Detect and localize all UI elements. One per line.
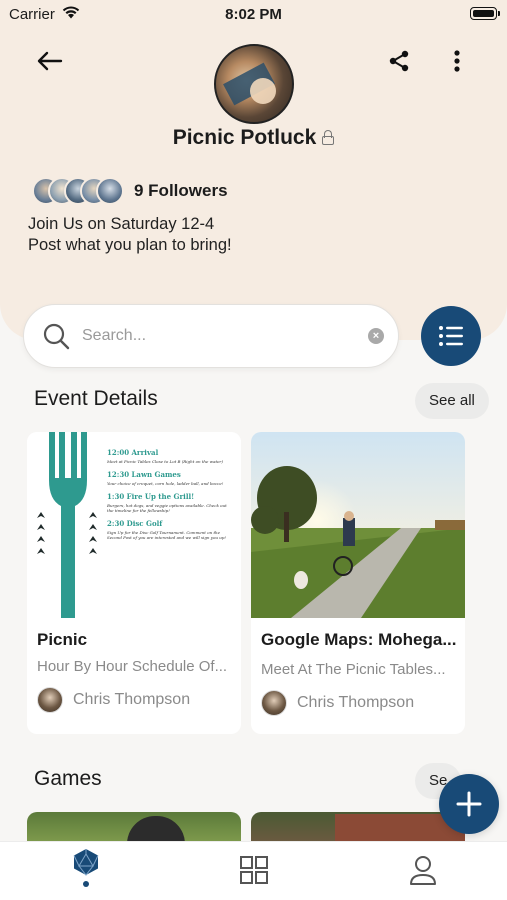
schedule-time: 1:30 Fire Up the Grill! xyxy=(107,492,195,501)
tab-bar xyxy=(0,841,507,900)
schedule-note: Burgers, hot dogs, and veggie options av… xyxy=(107,503,227,513)
group-description: Join Us on Saturday 12-4 Post what you p… xyxy=(28,214,232,256)
group-title: Picnic Potluck xyxy=(172,126,317,149)
tab-grid[interactable] xyxy=(234,848,274,892)
card-title: Google Maps: Mohega... xyxy=(261,630,457,649)
schedule-note: Meet at Picnic Tables Close to Lot B (Ri… xyxy=(107,459,223,464)
author-avatar xyxy=(261,690,287,716)
fork-icon xyxy=(37,432,97,618)
followers-count: 9 Followers xyxy=(134,181,228,200)
card-subtitle: Meet At The Picnic Tables... xyxy=(261,661,446,678)
active-tab-indicator xyxy=(83,881,89,887)
card-author: Chris Thompson xyxy=(261,689,414,717)
tab-profile[interactable] xyxy=(403,848,443,892)
schedule-time: 2:30 Disc Golf xyxy=(107,519,163,528)
search-icon xyxy=(43,323,70,350)
author-avatar xyxy=(37,687,63,713)
schedule-note: Sign Up for the Disc Golf Tournament. Co… xyxy=(107,530,227,540)
arrow-left-icon xyxy=(37,51,63,71)
more-vertical-icon xyxy=(454,50,460,72)
followers-row[interactable]: 9 Followers xyxy=(32,176,228,206)
add-post-button[interactable] xyxy=(439,774,499,834)
games-card-preview[interactable] xyxy=(251,812,465,842)
status-bar: Carrier 8:02 PM xyxy=(0,0,507,30)
tab-home[interactable] xyxy=(66,848,106,892)
clear-icon[interactable]: × xyxy=(368,328,384,344)
card-image-schedule: 12:00 Arrival Meet at Picnic Tables Clos… xyxy=(27,432,241,618)
card-author: Chris Thompson xyxy=(37,686,190,714)
group-title-row: Picnic Potluck xyxy=(0,126,507,150)
description-line: Join Us on Saturday 12-4 xyxy=(28,215,215,233)
plus-icon xyxy=(456,791,482,817)
share-button[interactable] xyxy=(384,46,414,76)
battery-icon xyxy=(470,7,500,20)
see-all-event-details-button[interactable]: See all xyxy=(415,383,489,419)
schedule-note: Your choice of croquet, corn hole, ladde… xyxy=(107,481,224,486)
event-card-map[interactable]: Google Maps: Mohega... Meet At The Picni… xyxy=(251,432,465,734)
search-input[interactable] xyxy=(82,327,368,345)
follower-avatar xyxy=(96,177,124,205)
group-avatar xyxy=(214,44,294,124)
park-photo xyxy=(251,432,465,618)
more-options-button[interactable] xyxy=(445,46,469,76)
search-bar[interactable]: × xyxy=(23,304,399,368)
card-subtitle: Hour By Hour Schedule Of... xyxy=(37,658,228,675)
author-name: Chris Thompson xyxy=(297,694,415,711)
event-card-picnic[interactable]: 12:00 Arrival Meet at Picnic Tables Clos… xyxy=(27,432,241,734)
share-icon xyxy=(389,50,409,72)
games-card-preview[interactable] xyxy=(27,812,241,842)
description-line: Post what you plan to bring! xyxy=(28,236,232,254)
back-button[interactable] xyxy=(32,46,68,76)
list-view-button[interactable] xyxy=(421,306,481,366)
section-title-event-details: Event Details xyxy=(34,387,158,410)
user-icon xyxy=(410,856,436,885)
polyhedron-icon xyxy=(73,849,99,876)
lock-icon xyxy=(322,130,335,145)
schedule-time: 12:30 Lawn Games xyxy=(107,470,181,479)
card-image-park xyxy=(251,432,465,618)
grid-icon xyxy=(240,856,268,884)
schedule-text: 12:00 Arrival Meet at Picnic Tables Clos… xyxy=(107,442,233,540)
section-title-games: Games xyxy=(34,767,102,790)
author-name: Chris Thompson xyxy=(73,691,191,708)
card-title: Picnic xyxy=(37,630,88,649)
schedule-time: 12:00 Arrival xyxy=(107,448,159,457)
list-icon xyxy=(439,326,463,346)
clock: 8:02 PM xyxy=(225,6,282,23)
